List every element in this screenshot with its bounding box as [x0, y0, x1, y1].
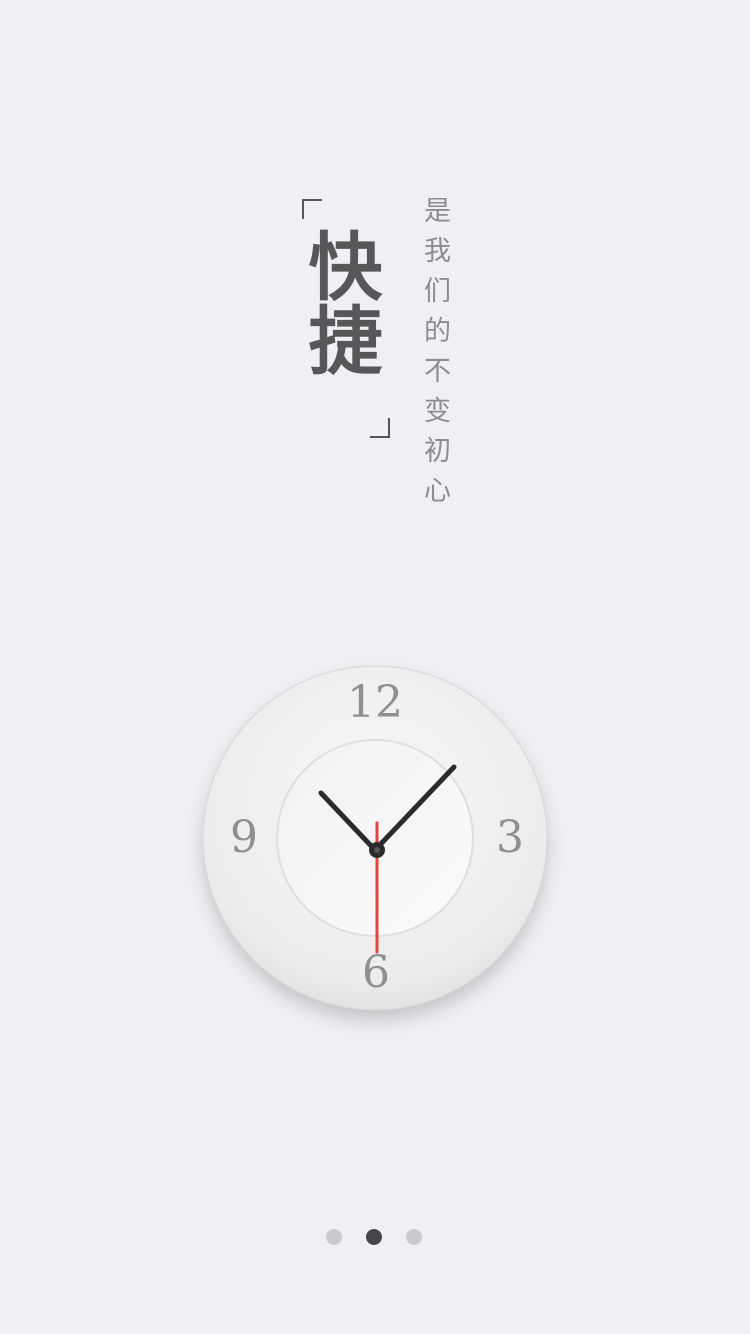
clock-illustration: 12 3 6 9 — [202, 665, 548, 1011]
numeral-9: 9 — [230, 812, 258, 863]
numeral-6: 6 — [362, 947, 390, 998]
clock-inner-dial — [276, 739, 474, 937]
corner-bracket-top-left — [302, 199, 322, 219]
page-dot-2-active[interactable] — [366, 1229, 382, 1245]
page-dot-3[interactable] — [406, 1229, 422, 1245]
page-title: 快捷 — [296, 228, 382, 376]
numeral-3: 3 — [496, 812, 524, 863]
corner-bracket-bottom-right — [370, 418, 390, 438]
headline: 快捷 — [296, 196, 398, 446]
page-dot-1[interactable] — [326, 1229, 342, 1245]
numeral-12: 12 — [347, 677, 403, 728]
page-indicator — [326, 1229, 424, 1245]
tagline: 是我们的不变初心 — [419, 196, 450, 516]
